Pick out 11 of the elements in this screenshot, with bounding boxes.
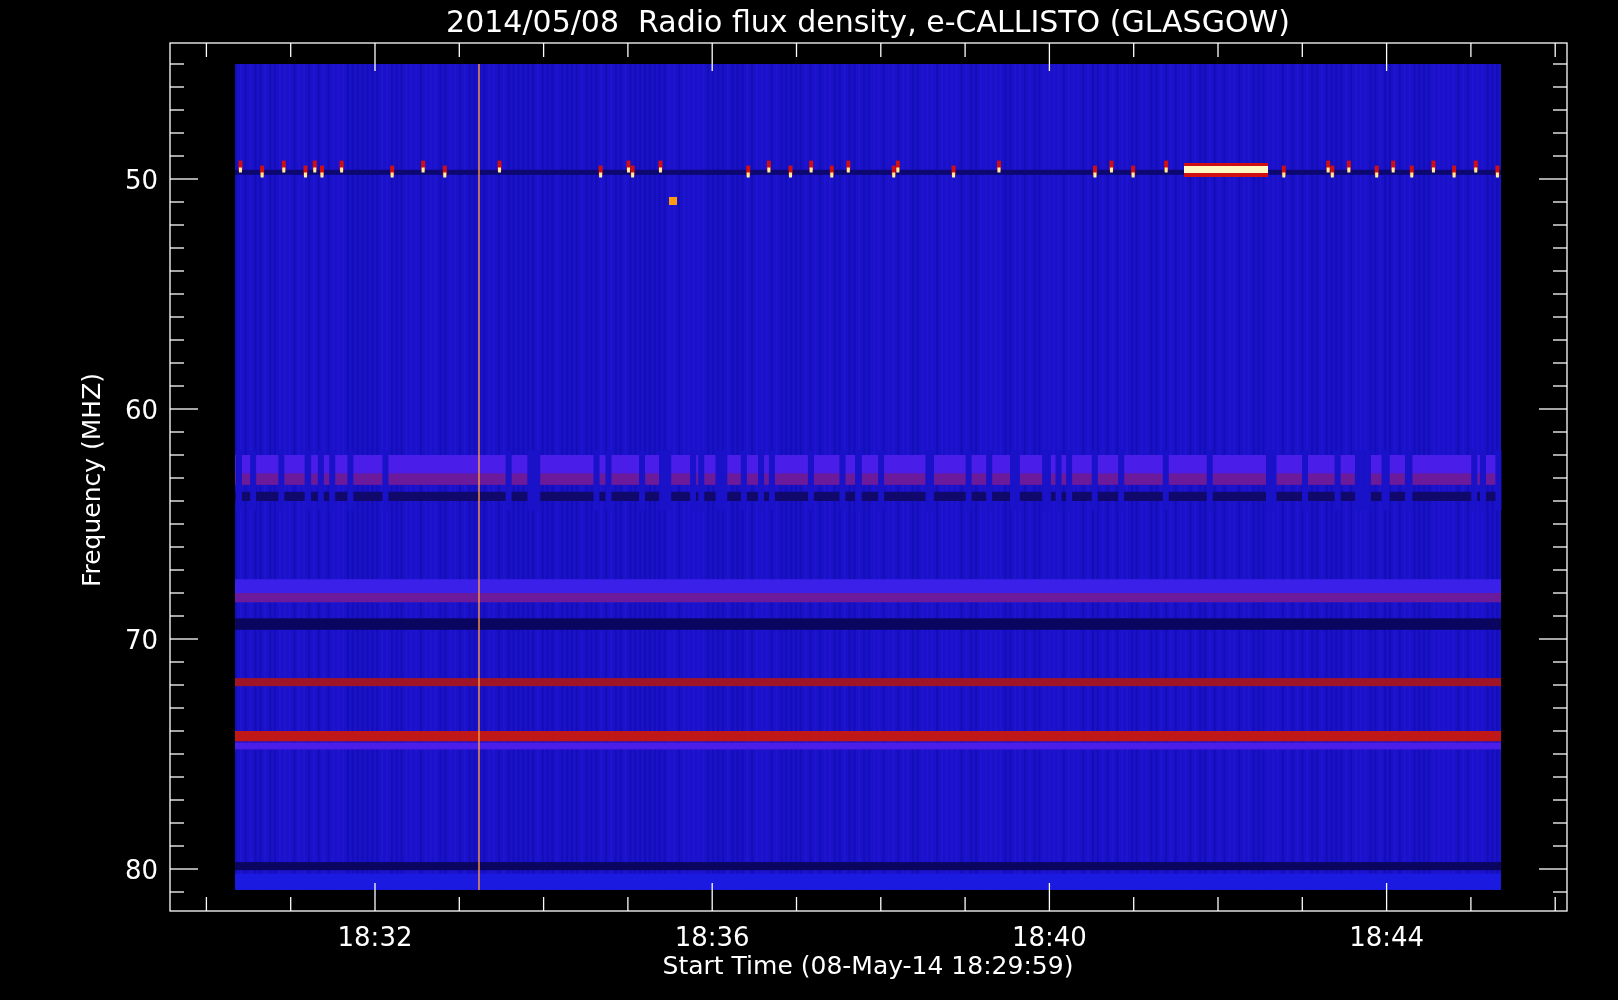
tick-label: 80	[124, 855, 158, 885]
axis-label: Frequency (MHZ)	[77, 372, 106, 588]
axis-label: Start Time (08-May-14 18:29:59)	[662, 951, 1074, 980]
tick-label: 50	[124, 165, 158, 195]
chart-title: 2014/05/08 Radio flux density, e-CALLISTO (GLASGOW)	[446, 4, 1290, 39]
tick-label: 18:32	[337, 922, 413, 952]
tick-label: 18:36	[674, 922, 750, 952]
tick-label: 70	[124, 625, 158, 655]
tick-label: 18:44	[1349, 922, 1425, 952]
tick-label: 60	[124, 395, 158, 425]
tick-label: 18:40	[1011, 922, 1087, 952]
